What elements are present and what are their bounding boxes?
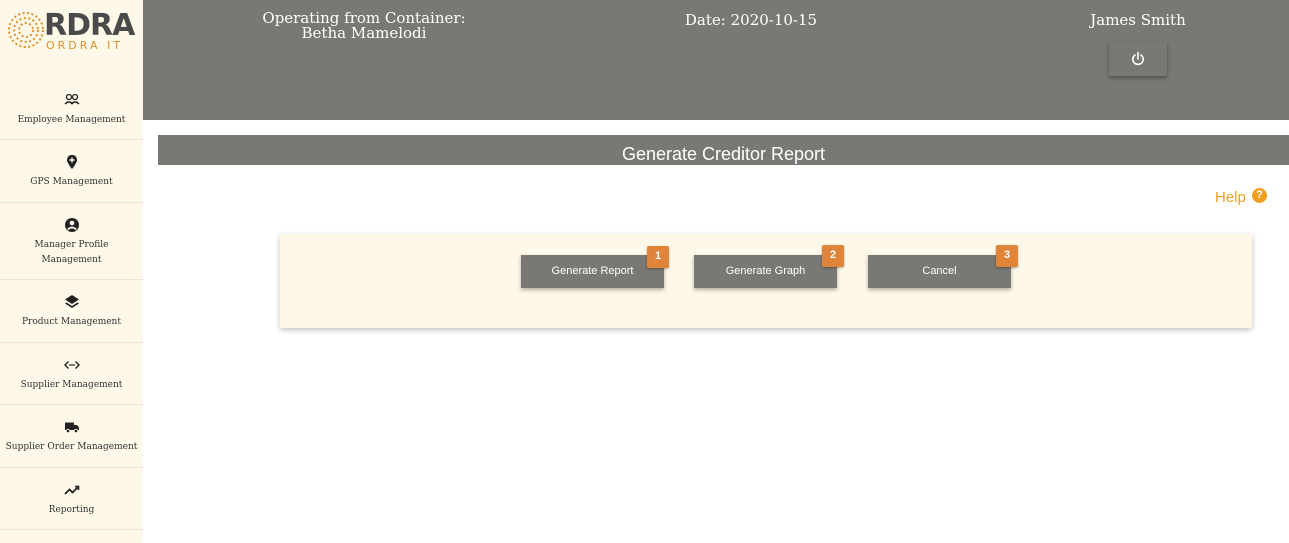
top-header: Operating from Container: Betha Mamelodi… [143,0,1289,120]
sidebar-item-label: Supplier Management [20,380,123,390]
logo-sub: ORDRA IT [46,39,123,52]
logo-brand: RDRA [44,8,135,43]
code-arrows-icon [63,361,80,369]
generate-graph-button[interactable]: Generate Graph [694,255,837,288]
action-card: Generate Report 1 Generate Graph 2 Cance… [280,234,1252,328]
layers-icon [64,295,79,308]
power-icon [1132,51,1144,65]
sidebar-item-manager-profile-management[interactable]: Manager Profile Management [0,203,143,280]
cancel-button[interactable]: Cancel [868,255,1011,288]
trending-icon [63,485,79,495]
sidebar-item-label: Supplier Order Management [5,442,138,452]
help-link[interactable]: Help [1215,189,1246,206]
truck-icon [64,422,79,434]
sidebar-item-reporting[interactable]: Reporting [0,468,143,530]
sidebar-item-gps-management[interactable]: GPS Management [0,140,143,203]
user-name: James Smith [1090,11,1186,29]
account-circle-icon [64,218,79,232]
people-icon [64,93,79,105]
container-name: Betha Mamelodi [301,24,427,42]
logo-sun-icon [8,12,44,48]
sidebar-item-product-management[interactable]: Product Management [0,280,143,343]
sidebar-item-supplier-order-management[interactable]: Supplier Order Management [0,405,143,468]
sidebar-item-employee-management[interactable]: Employee Management [0,78,143,140]
logo: RDRA ORDRA IT [4,6,135,56]
sidebar: RDRA ORDRA IT Employee Management GPS Ma… [0,0,143,543]
sidebar-item-label: Reporting [48,505,95,515]
sidebar-item-label: Product Management [22,317,121,327]
map-pin-icon [66,155,77,169]
page-title: Generate Creditor Report [158,135,1289,165]
current-date: Date: 2020-10-15 [684,11,818,29]
generate-report-button[interactable]: Generate Report [521,255,664,288]
sidebar-item-label: Employee Management [17,115,126,125]
sidebar-item-label: GPS Management [30,177,113,187]
sidebar-item-supplier-management[interactable]: Supplier Management [0,343,143,405]
sidebar-nav: Employee Management GPS Management Manag… [0,78,143,530]
step-badge: 2 [822,245,844,267]
help-question-icon[interactable]: ? [1252,188,1267,203]
sidebar-item-label: Manager Profile Management [34,240,109,265]
step-badge: 3 [996,245,1018,267]
logout-button[interactable] [1109,41,1167,76]
container-info: Operating from Container: Betha Mamelodi [239,11,489,41]
step-badge: 1 [647,246,669,268]
